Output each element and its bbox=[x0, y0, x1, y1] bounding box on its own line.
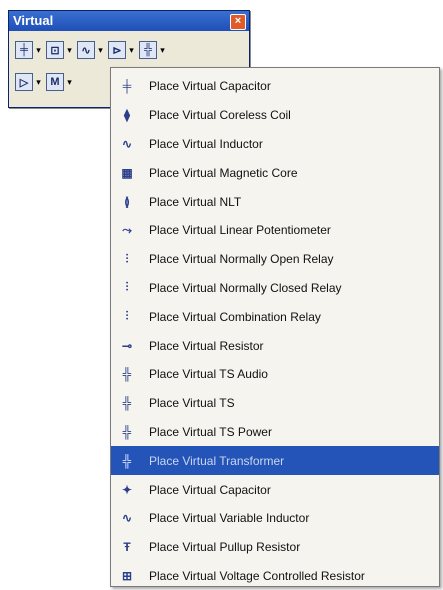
menu-item-pullup-resistor[interactable]: Ŧ Place Virtual Pullup Resistor bbox=[111, 533, 439, 562]
ts-power-icon: ╬ bbox=[122, 424, 132, 439]
toolbar-row-2: ▷ ▾ M ▾ bbox=[15, 71, 74, 93]
ts-icon: ╬ bbox=[122, 396, 132, 411]
menu-item-label: Place Virtual Normally Open Relay bbox=[149, 252, 334, 267]
menu-item-inductor[interactable]: ∿ Place Virtual Inductor bbox=[111, 130, 439, 159]
menu-item-ts-audio[interactable]: ╬ Place Virtual TS Audio bbox=[111, 360, 439, 389]
menu-item-label: Place Virtual Inductor bbox=[149, 136, 263, 151]
nlt-icon: ≬ bbox=[124, 194, 130, 209]
menu-item-resistor[interactable]: ⊸ Place Virtual Resistor bbox=[111, 331, 439, 360]
menu-item-label: Place Virtual TS Audio bbox=[149, 367, 268, 382]
menu-item-combination-relay[interactable]: ⫶ Place Virtual Combination Relay bbox=[111, 302, 439, 331]
toolbar-button-opamp[interactable]: ▷ ▾ bbox=[15, 73, 43, 91]
toolbar-button-coil[interactable]: ⊡ ▾ bbox=[46, 41, 74, 59]
coil-icon: ⧫ bbox=[124, 108, 130, 123]
toolbar-button-relay[interactable]: ⊳ ▾ bbox=[108, 41, 136, 59]
meter-icon: M bbox=[46, 73, 64, 91]
menu-item-label: Place Virtual Voltage Controlled Resisto… bbox=[149, 568, 365, 583]
menu-item-coreless-coil[interactable]: ⧫ Place Virtual Coreless Coil bbox=[111, 101, 439, 130]
chevron-down-icon[interactable]: ▾ bbox=[34, 77, 43, 88]
menu-item-label: Place Virtual Capacitor bbox=[149, 482, 271, 497]
menu-item-label: Place Virtual TS Power bbox=[149, 424, 272, 439]
variable-inductor-icon: ∿ bbox=[121, 511, 133, 526]
chevron-down-icon[interactable]: ▾ bbox=[127, 45, 136, 56]
place-virtual-dropdown-menu: ╪ Place Virtual Capacitor ⧫ Place Virtua… bbox=[110, 67, 440, 587]
menu-item-voltage-controlled-resistor[interactable]: ⊞ Place Virtual Voltage Controlled Resis… bbox=[111, 562, 439, 590]
vcr-icon: ⊞ bbox=[121, 568, 133, 583]
menu-item-capacitor[interactable]: ╪ Place Virtual Capacitor bbox=[111, 72, 439, 101]
menu-item-linear-potentiometer[interactable]: ⤳ Place Virtual Linear Potentiometer bbox=[111, 216, 439, 245]
transformer-icon: ╬ bbox=[122, 453, 132, 468]
menu-item-ts-power[interactable]: ╬ Place Virtual TS Power bbox=[111, 418, 439, 447]
magnetic-core-icon: ▦ bbox=[121, 165, 133, 180]
capacitor-icon: ╪ bbox=[15, 41, 33, 59]
transformer-icon: ╬ bbox=[139, 41, 157, 59]
menu-item-normally-open-relay[interactable]: ⫶ Place Virtual Normally Open Relay bbox=[111, 245, 439, 274]
toolbar-button-transformer[interactable]: ╬ ▾ bbox=[139, 41, 167, 59]
menu-item-label: Place Virtual Normally Closed Relay bbox=[149, 280, 342, 295]
potentiometer-icon: ⤳ bbox=[122, 222, 132, 237]
toolbar-button-meter[interactable]: M ▾ bbox=[46, 73, 74, 91]
close-icon[interactable]: × bbox=[230, 14, 246, 30]
relay-no-icon: ⫶ bbox=[125, 251, 129, 266]
menu-item-label: Place Virtual Variable Inductor bbox=[149, 511, 310, 526]
menu-item-nlt[interactable]: ≬ Place Virtual NLT bbox=[111, 187, 439, 216]
menu-item-label: Place Virtual Linear Potentiometer bbox=[149, 223, 331, 238]
menu-item-label: Place Virtual Resistor bbox=[149, 338, 264, 353]
chevron-down-icon[interactable]: ▾ bbox=[158, 45, 167, 56]
pullup-resistor-icon: Ŧ bbox=[123, 540, 131, 555]
ts-audio-icon: ╬ bbox=[122, 367, 132, 382]
menu-item-label: Place Virtual Capacitor bbox=[149, 79, 271, 94]
toolbar-titlebar[interactable]: Virtual × bbox=[9, 11, 249, 31]
inductor-icon: ∿ bbox=[121, 136, 133, 151]
menu-item-label: Place Virtual Coreless Coil bbox=[149, 108, 291, 123]
chevron-down-icon[interactable]: ▾ bbox=[65, 45, 74, 56]
menu-item-ts[interactable]: ╬ Place Virtual TS bbox=[111, 389, 439, 418]
inductor-icon: ∿ bbox=[77, 41, 95, 59]
menu-item-variable-inductor[interactable]: ∿ Place Virtual Variable Inductor bbox=[111, 504, 439, 533]
chevron-down-icon[interactable]: ▾ bbox=[96, 45, 105, 56]
relay-nc-icon: ⫶ bbox=[125, 280, 129, 295]
toolbar-button-inductor[interactable]: ∿ ▾ bbox=[77, 41, 105, 59]
variable-capacitor-icon: ✦ bbox=[121, 482, 133, 497]
menu-item-transformer[interactable]: ╬ Place Virtual Transformer bbox=[111, 446, 439, 476]
coil-icon: ⊡ bbox=[46, 41, 64, 59]
toolbar-row-1: ╪ ▾ ⊡ ▾ ∿ ▾ ⊳ ▾ ╬ ▾ bbox=[15, 39, 167, 61]
menu-item-label: Place Virtual Pullup Resistor bbox=[149, 540, 301, 555]
relay-combo-icon: ⫶ bbox=[125, 309, 129, 324]
opamp-icon: ▷ bbox=[15, 73, 33, 91]
menu-item-label: Place Virtual NLT bbox=[149, 194, 242, 209]
menu-item-label: Place Virtual Transformer bbox=[149, 453, 285, 468]
menu-item-label: Place Virtual Combination Relay bbox=[149, 309, 321, 324]
toolbar-title: Virtual bbox=[13, 13, 54, 28]
chevron-down-icon[interactable]: ▾ bbox=[65, 77, 74, 88]
menu-item-magnetic-core[interactable]: ▦ Place Virtual Magnetic Core bbox=[111, 158, 439, 187]
menu-item-variable-capacitor[interactable]: ✦ Place Virtual Capacitor bbox=[111, 475, 439, 504]
relay-icon: ⊳ bbox=[108, 41, 126, 59]
menu-item-label: Place Virtual TS bbox=[149, 396, 235, 411]
resistor-icon: ⊸ bbox=[121, 338, 133, 353]
toolbar-button-capacitor[interactable]: ╪ ▾ bbox=[15, 41, 43, 59]
capacitor-icon: ╪ bbox=[122, 79, 132, 94]
chevron-down-icon[interactable]: ▾ bbox=[34, 45, 43, 56]
menu-item-normally-closed-relay[interactable]: ⫶ Place Virtual Normally Closed Relay bbox=[111, 274, 439, 303]
menu-item-label: Place Virtual Magnetic Core bbox=[149, 165, 298, 180]
